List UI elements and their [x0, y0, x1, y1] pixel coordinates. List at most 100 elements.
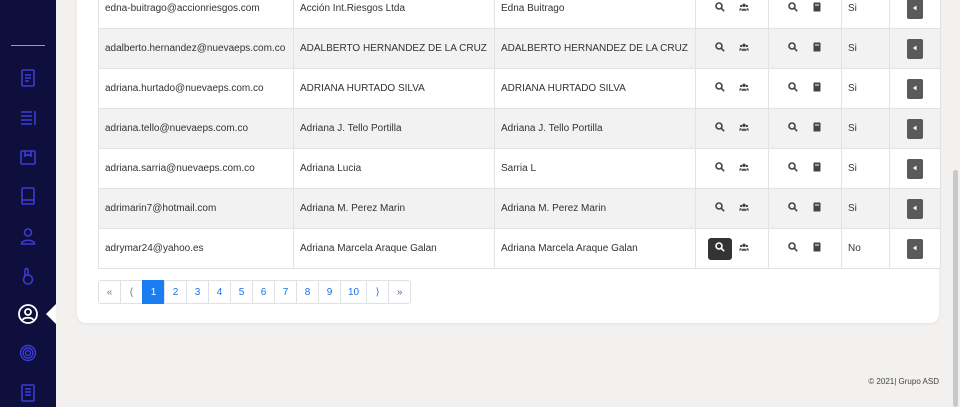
pagination-next[interactable]: ⟩: [366, 280, 390, 304]
cell-expand: [889, 0, 941, 29]
cell-company: Acción Int.Riesgos Ltda: [293, 0, 495, 29]
document-icon: [21, 69, 35, 87]
group-icon: [739, 42, 749, 55]
pagination-page-9[interactable]: 9: [318, 280, 341, 304]
cell-email: adriana.sarria@nuevaeps.com.co: [98, 148, 294, 189]
footer-copyright: © 2021| Grupo ASD: [868, 377, 939, 386]
group-button[interactable]: [732, 198, 756, 220]
expand-button[interactable]: [907, 158, 923, 179]
sidebar-item-hand[interactable]: [14, 262, 42, 290]
pagination-page-10[interactable]: 10: [340, 280, 368, 304]
book-icon: [812, 162, 822, 175]
search-icon: [788, 122, 798, 135]
sidebar-item-documents[interactable]: [14, 64, 42, 92]
cell-expand: [889, 108, 941, 149]
group-button[interactable]: [732, 238, 756, 260]
caret-left-icon: [912, 123, 918, 134]
search-button[interactable]: [708, 78, 732, 100]
group-button[interactable]: [732, 38, 756, 60]
pagination-page-4[interactable]: 4: [208, 280, 231, 304]
pagination-page-7[interactable]: 7: [274, 280, 297, 304]
pagination-last[interactable]: »: [388, 280, 412, 304]
cell-actions-primary: [695, 68, 769, 109]
cell-actions-secondary: [768, 68, 842, 109]
sidebar-item-profile[interactable]: [14, 300, 42, 328]
book-icon: [812, 242, 822, 255]
pagination-page-6[interactable]: 6: [252, 280, 275, 304]
group-button[interactable]: [732, 0, 756, 20]
cell-status: Si: [841, 0, 890, 29]
search-button[interactable]: [708, 198, 732, 220]
cell-email: adriana.tello@nuevaeps.com.co: [98, 108, 294, 149]
search-button[interactable]: [708, 237, 732, 260]
expand-button[interactable]: [907, 198, 923, 219]
search-button[interactable]: [781, 38, 805, 60]
book-icon: [21, 187, 35, 205]
sidebar-item-lists[interactable]: [14, 104, 42, 132]
search-icon: [788, 202, 798, 215]
search-icon: [715, 202, 725, 215]
pagination-page-8[interactable]: 8: [296, 280, 319, 304]
book-button[interactable]: [805, 38, 829, 60]
group-icon: [739, 2, 749, 15]
search-button[interactable]: [708, 0, 732, 20]
group-button[interactable]: [732, 118, 756, 140]
scrollbar-thumb[interactable]: [953, 170, 958, 407]
expand-button[interactable]: [907, 0, 923, 19]
expand-button[interactable]: [907, 238, 923, 259]
cell-company: ADALBERTO HERNANDEZ DE LA CRUZ: [293, 28, 495, 69]
cell-email: adriana.hurtado@nuevaeps.com.co: [98, 68, 294, 109]
expand-button[interactable]: [907, 118, 923, 139]
expand-button[interactable]: [907, 38, 923, 59]
cell-expand: [889, 68, 941, 109]
group-button[interactable]: [732, 78, 756, 100]
search-button[interactable]: [781, 158, 805, 180]
cell-email: adrymar24@yahoo.es: [98, 228, 294, 269]
expand-button[interactable]: [907, 78, 923, 99]
group-button[interactable]: [732, 158, 756, 180]
search-button[interactable]: [781, 118, 805, 140]
pagination-page-3[interactable]: 3: [186, 280, 209, 304]
page-scrollbar[interactable]: [950, 0, 960, 407]
group-icon: [739, 162, 749, 175]
cell-name: ADRIANA HURTADO SILVA: [494, 68, 696, 109]
pagination-page-5[interactable]: 5: [230, 280, 253, 304]
search-button[interactable]: [708, 118, 732, 140]
search-button[interactable]: [781, 0, 805, 20]
pagination-page-2[interactable]: 2: [164, 280, 187, 304]
sidebar-item-user[interactable]: [14, 222, 42, 250]
cell-email: adalberto.hernandez@nuevaeps.com.co: [98, 28, 294, 69]
search-button[interactable]: [781, 238, 805, 260]
pagination-page-1[interactable]: 1: [142, 280, 165, 304]
cell-name: Adriana Marcela Araque Galan: [494, 228, 696, 269]
search-button[interactable]: [781, 198, 805, 220]
search-button[interactable]: [781, 78, 805, 100]
cell-name: Adriana J. Tello Portilla: [494, 108, 696, 149]
cell-name: Sarria L: [494, 148, 696, 189]
book-button[interactable]: [805, 198, 829, 220]
sidebar-item-notebook[interactable]: [14, 379, 42, 407]
book-icon: [812, 202, 822, 215]
cell-actions-primary: [695, 108, 769, 149]
book-button[interactable]: [805, 78, 829, 100]
pagination-first[interactable]: «: [98, 280, 121, 304]
cell-name: ADALBERTO HERNANDEZ DE LA CRUZ: [494, 28, 696, 69]
cell-status: No: [841, 228, 890, 269]
pagination-prev[interactable]: (: [120, 280, 143, 304]
sidebar-item-book[interactable]: [14, 182, 42, 210]
book-button[interactable]: [805, 238, 829, 260]
caret-left-icon: [912, 243, 918, 254]
search-icon: [788, 82, 798, 95]
search-button[interactable]: [708, 38, 732, 60]
table-row: adrymar24@yahoo.es Adriana Marcela Araque…: [98, 228, 941, 269]
search-button[interactable]: [708, 158, 732, 180]
table-row: adrimarin7@hotmail.com Adriana M. Perez M…: [98, 188, 941, 229]
search-icon: [788, 42, 798, 55]
sidebar-item-packages[interactable]: [14, 143, 42, 171]
book-button[interactable]: [805, 158, 829, 180]
book-button[interactable]: [805, 118, 829, 140]
cell-actions-primary: [695, 228, 769, 269]
search-icon: [788, 162, 798, 175]
sidebar-item-fingerprint[interactable]: [14, 339, 42, 367]
book-button[interactable]: [805, 0, 829, 20]
